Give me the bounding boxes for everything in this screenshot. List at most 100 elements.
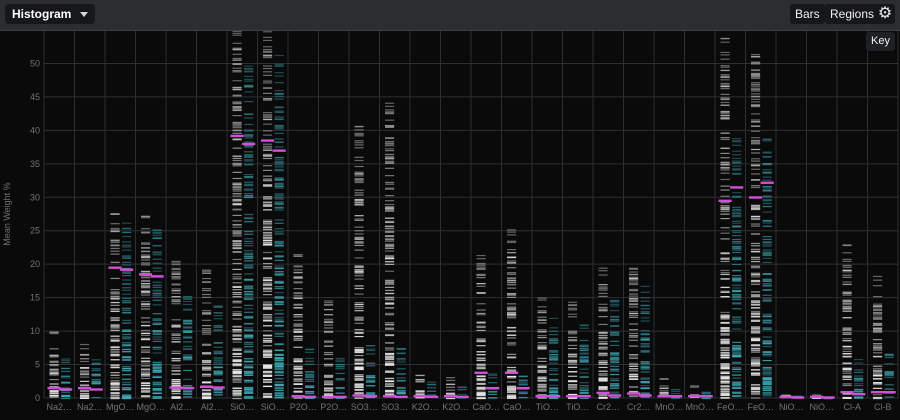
distribution-sample-line [384,328,395,330]
distribution-sample-line [354,201,364,204]
distribution-sample-line [262,258,273,260]
distribution-sample-line [244,117,254,119]
x-tick-label: Na2… [46,402,72,412]
distribution-sample-line [61,362,71,364]
distribution-sample-line [232,338,242,340]
mean-marker-secondary [638,394,652,397]
distribution-sample-line [293,375,303,377]
distribution-sample-line [232,293,242,296]
distribution-sample-line [750,82,761,84]
distribution-sample-line [122,356,132,358]
distribution-sample-line [628,290,639,292]
distribution-sample-line [750,186,761,189]
distribution-sample-line [476,378,486,380]
distribution-sample-line [872,285,883,287]
distribution-sample-line [732,381,742,383]
distribution-sample-line [171,319,181,321]
distribution-sample-line [762,370,772,372]
distribution-sample-line [842,260,852,262]
distribution-sample-line [445,397,456,400]
distribution-sample-line [110,372,120,374]
distribution-sample-line [549,379,559,382]
distribution-sample-line [506,231,517,233]
distribution-sample-line [232,282,242,284]
distribution-sample-line [610,360,620,362]
distribution-sample-line [762,351,772,353]
distribution-sample-line [732,206,742,208]
distribution-sample-line [262,243,273,245]
distribution-sample-line [262,196,273,198]
distribution-sample-line [354,241,364,243]
distribution-sample-line [274,364,284,366]
distribution-sample-line [750,330,761,332]
y-tick-label: 25 [30,226,40,236]
distribution-sample-line [171,284,181,286]
distribution-sample-line [750,121,761,123]
distribution-sample-line [640,361,650,363]
distribution-sample-line [274,222,284,224]
view-type-select[interactable]: Histogram [5,4,96,24]
distribution-sample-line [293,371,303,373]
distribution-sample-line [579,339,589,342]
distribution-sample-line [262,356,273,358]
distribution-sample-line [488,393,498,396]
distribution-sample-line [762,319,772,322]
distribution-sample-line [720,258,730,260]
distribution-sample-line [140,254,151,256]
mean-marker-secondary [59,388,73,391]
distribution-sample-line [396,373,406,375]
distribution-sample-line [488,397,498,399]
mean-marker-secondary [364,394,378,398]
distribution-sample-line [701,397,711,399]
distribution-sample-line [354,218,364,220]
distribution-sample-line [720,232,730,234]
distribution-sample-line [537,337,547,339]
gear-icon[interactable]: ⚙ [875,4,895,24]
distribution-sample-line [842,303,852,305]
bars-button[interactable]: Bars [790,4,825,24]
distribution-sample-line [91,381,101,383]
distribution-sample-line [762,300,772,302]
distribution-sample-line [232,359,242,362]
distribution-sample-line [518,391,528,393]
distribution-sample-line [598,363,608,365]
key-button[interactable]: Key [866,32,895,51]
distribution-sample-line [171,382,181,384]
distribution-sample-line [476,338,486,340]
regions-button[interactable]: Regions [825,4,880,24]
mean-marker-primary [169,386,183,389]
mean-marker-secondary [272,149,286,152]
distribution-sample-line [274,161,284,163]
distribution-sample-line [262,202,273,204]
distribution-sample-line [732,222,742,224]
distribution-sample-line [323,380,334,382]
distribution-sample-line [244,293,254,295]
distribution-sample-line [140,325,151,327]
distribution-sample-line [110,346,120,348]
distribution-sample-line [872,346,883,348]
distribution-sample-line [476,285,486,287]
distribution-sample-line [232,397,242,400]
distribution-sample-line [262,241,273,243]
distribution-sample-line [762,328,772,331]
distribution-sample-line [262,229,273,231]
distribution-sample-line [183,348,193,350]
distribution-sample-line [293,346,303,348]
distribution-sample-line [762,355,772,357]
distribution-sample-line [262,367,273,369]
distribution-sample-line [842,281,852,283]
distribution-sample-line [506,293,517,295]
distribution-sample-line [872,309,883,312]
distribution-sample-line [732,371,742,373]
distribution-sample-line [213,374,223,376]
distribution-sample-line [610,368,620,370]
distribution-sample-line [720,290,730,292]
distribution-sample-line [506,240,517,242]
distribution-sample-line [427,394,437,396]
distribution-sample-line [842,276,852,278]
distribution-sample-line [232,226,242,228]
distribution-sample-line [335,357,345,360]
distribution-sample-line [244,100,254,103]
distribution-sample-line [720,238,730,240]
distribution-sample-line [537,342,547,344]
